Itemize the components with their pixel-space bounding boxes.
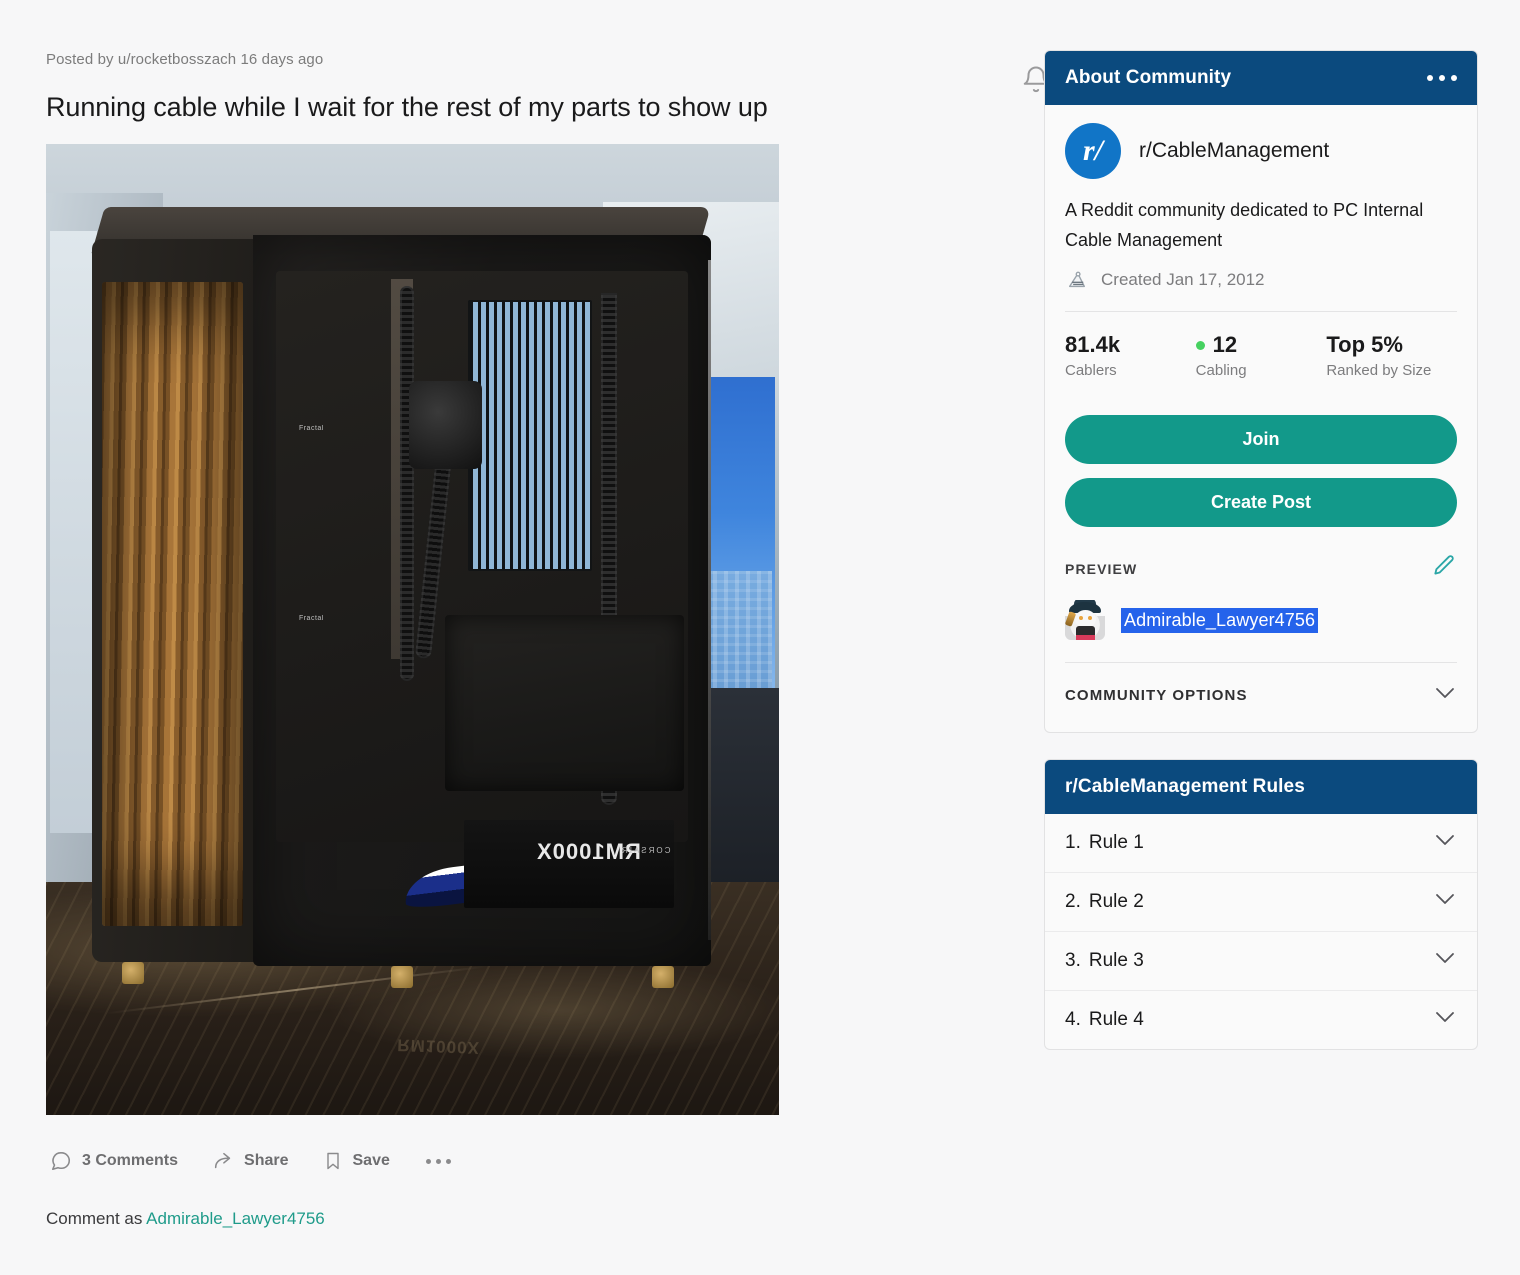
psu-brand-label: CORSAIR xyxy=(619,846,671,856)
about-community-header: About Community xyxy=(1045,51,1477,105)
case-foot-mid xyxy=(390,966,413,988)
created-row: Created Jan 17, 2012 xyxy=(1065,269,1457,291)
chevron-down-icon xyxy=(1433,891,1457,913)
stat-members-value: 81.4k xyxy=(1065,332,1121,357)
page-title: Running cable while I wait for the rest … xyxy=(46,92,768,122)
cake-icon xyxy=(1065,269,1089,291)
rule-3-number: 3. xyxy=(1065,950,1081,971)
rule-4-label: Rule 4 xyxy=(1088,1009,1144,1030)
rule-item-2[interactable]: 2. Rule 2 xyxy=(1045,872,1477,931)
about-community-card: About Community r/ r/CableManagement A R… xyxy=(1044,50,1478,733)
power-supply: RM1000X CORSAIR xyxy=(463,819,675,908)
comments-button[interactable]: 3 Comments xyxy=(46,1146,182,1176)
about-more-icon[interactable] xyxy=(1427,75,1457,81)
chevron-down-icon xyxy=(1433,832,1457,854)
join-button[interactable]: Join xyxy=(1065,415,1457,464)
post-meta: Posted by u/rocketbosszach 16 days ago xyxy=(46,51,324,68)
rule-2-number: 2. xyxy=(1065,891,1081,912)
avatar xyxy=(1065,600,1105,640)
photo-pc-case: Fractal Fractal RM1000X CORSAIR xyxy=(79,207,724,994)
post-container: Posted by u/rocketbosszach 16 days ago R… xyxy=(46,48,1049,1229)
stat-online-value: 12 xyxy=(1195,332,1327,358)
post-header: Posted by u/rocketbosszach 16 days ago xyxy=(46,48,1006,70)
subreddit-name: r/CableManagement xyxy=(1139,139,1330,162)
community-stats: 81.4k Cablers 12 Cabling Top 5% Ranked b… xyxy=(1065,312,1457,401)
rule-1-number: 1. xyxy=(1065,832,1081,853)
post-action-bar: 3 Comments Share Save xyxy=(46,1141,1006,1181)
chevron-down-icon xyxy=(1433,950,1457,972)
stat-members-label: Cablers xyxy=(1065,362,1117,379)
stat-online-number: 12 xyxy=(1212,332,1238,357)
sidebar: About Community r/ r/CableManagement A R… xyxy=(1044,50,1478,1076)
preview-user-row[interactable]: Admirable_Lawyer4756 xyxy=(1065,600,1457,640)
stat-rank-value: Top 5% xyxy=(1326,332,1403,357)
stat-rank-label: Ranked by Size xyxy=(1326,362,1432,379)
case-interior: Fractal Fractal RM1000X CORSAIR xyxy=(253,234,712,988)
rule-1-label: Rule 1 xyxy=(1088,832,1144,853)
community-options-label: COMMUNITY OPTIONS xyxy=(1065,687,1248,704)
pc-build-photo: RM1000X Fractal Fractal RM1000X CORSAIR xyxy=(46,144,779,1115)
rule-item-1[interactable]: 1. Rule 1 xyxy=(1045,814,1477,872)
aio-pump-block xyxy=(408,380,483,469)
chevron-down-icon xyxy=(1433,1009,1457,1031)
chevron-down-icon xyxy=(1433,685,1457,706)
stat-members: 81.4k Cablers xyxy=(1065,332,1196,379)
about-community-title: About Community xyxy=(1065,67,1232,88)
fractal-logo-1: Fractal xyxy=(298,424,324,432)
comment-as-prefix: Comment as xyxy=(46,1209,147,1228)
preview-section-header: PREVIEW xyxy=(1065,553,1457,584)
post-image[interactable]: RM1000X Fractal Fractal RM1000X CORSAIR xyxy=(46,144,779,1115)
stat-online-label: Cabling xyxy=(1195,362,1247,379)
rules-title: r/CableManagement Rules xyxy=(1065,776,1305,797)
share-button[interactable]: Share xyxy=(208,1146,292,1176)
glass-panel-edge xyxy=(708,260,712,941)
rule-2-label: Rule 2 xyxy=(1088,891,1144,912)
rule-item-4[interactable]: 4. Rule 4 xyxy=(1045,990,1477,1049)
comment-as: Comment as Admirable_Lawyer4756 xyxy=(46,1209,1006,1229)
save-button[interactable]: Save xyxy=(319,1146,394,1176)
subreddit-row[interactable]: r/ r/CableManagement xyxy=(1065,123,1457,179)
comments-label: 3 Comments xyxy=(82,1152,179,1169)
rules-card: r/CableManagement Rules 1. Rule 1 2. Rul… xyxy=(1044,759,1478,1050)
stat-online: 12 Cabling xyxy=(1195,332,1327,379)
psu-reflection-text: RM1000X xyxy=(396,1034,481,1057)
case-foot-front xyxy=(122,961,145,984)
rule-4-number: 4. xyxy=(1065,1009,1081,1030)
stat-rank: Top 5% Ranked by Size xyxy=(1326,332,1457,379)
sleeved-cable-a xyxy=(399,285,414,681)
subreddit-avatar: r/ xyxy=(1065,123,1121,179)
rules-list: 1. Rule 1 2. Rule 2 3. Rule 3 4. Rule 4 xyxy=(1045,814,1477,1049)
more-options-icon[interactable] xyxy=(420,1149,457,1174)
subreddit-description: A Reddit community dedicated to PC Inter… xyxy=(1065,200,1424,250)
edit-pencil-icon[interactable] xyxy=(1431,553,1457,584)
rule-3-label: Rule 3 xyxy=(1088,950,1144,971)
preview-username[interactable]: Admirable_Lawyer4756 xyxy=(1121,607,1319,633)
rule-item-3[interactable]: 3. Rule 3 xyxy=(1045,931,1477,990)
fractal-logo-2: Fractal xyxy=(298,614,324,622)
psu-shroud xyxy=(445,614,684,791)
online-dot-icon xyxy=(1195,340,1205,350)
about-community-body: r/ r/CableManagement A Reddit community … xyxy=(1045,105,1477,732)
rules-header: r/CableManagement Rules xyxy=(1045,760,1477,814)
created-label: Created Jan 17, 2012 xyxy=(1101,270,1265,289)
wood-slats xyxy=(101,281,243,926)
case-front-panel xyxy=(91,238,260,984)
mesh-vent-panel xyxy=(468,300,593,572)
comment-as-username[interactable]: Admirable_Lawyer4756 xyxy=(146,1209,325,1228)
share-label: Share xyxy=(244,1152,289,1169)
create-post-button[interactable]: Create Post xyxy=(1065,478,1457,527)
preview-label: PREVIEW xyxy=(1065,560,1138,577)
community-options-row[interactable]: COMMUNITY OPTIONS xyxy=(1065,663,1457,710)
case-foot-rear xyxy=(652,966,675,988)
save-label: Save xyxy=(352,1152,390,1169)
